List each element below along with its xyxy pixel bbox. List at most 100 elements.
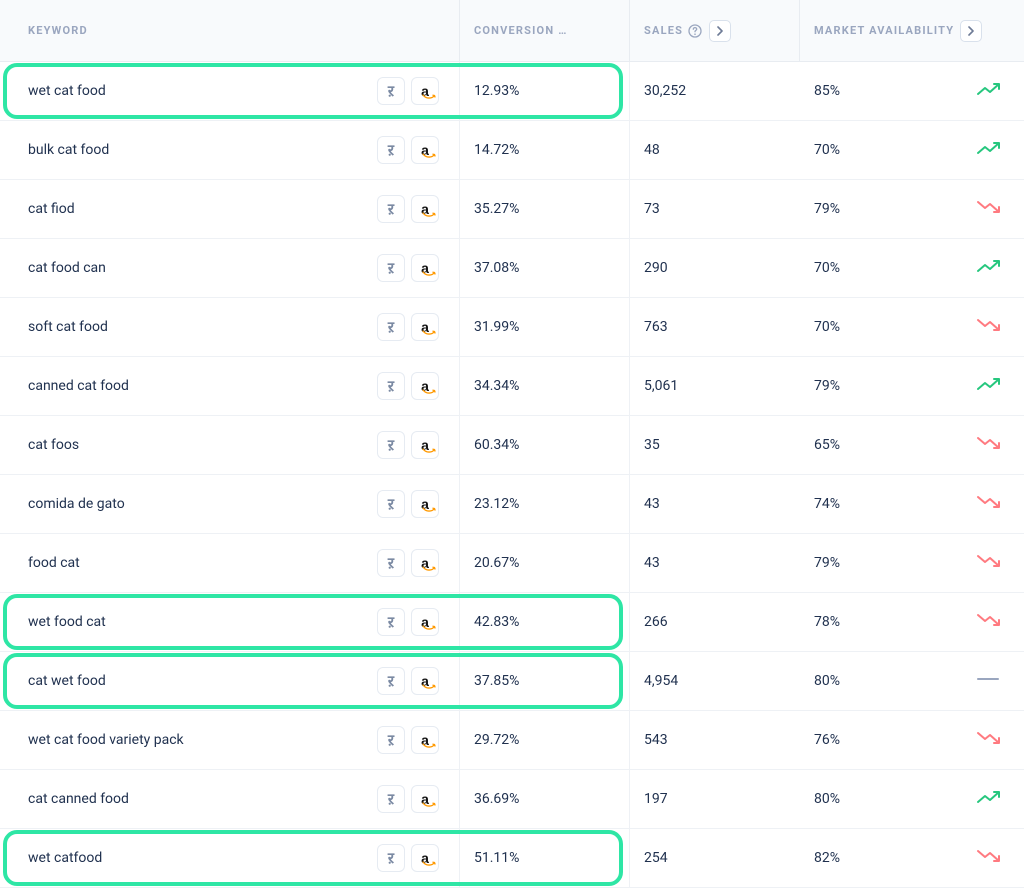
similar-icon[interactable]: ऱ — [377, 77, 405, 105]
cell-conversion: 35.27% — [460, 180, 630, 238]
cell-keyword: cat food canऱa — [0, 239, 460, 297]
amazon-icon[interactable]: a — [411, 195, 439, 223]
similar-icon[interactable]: ऱ — [377, 313, 405, 341]
keyword-text[interactable]: wet food cat — [28, 614, 377, 630]
cell-market-availability: 79% — [800, 357, 1024, 415]
market-value: 85% — [814, 83, 840, 99]
keyword-text[interactable]: cat food can — [28, 260, 377, 276]
keyword-action-icons: ऱa — [377, 195, 439, 223]
table-row[interactable]: cat fiodऱa35.27%7379% — [0, 180, 1024, 239]
table-row[interactable]: wet cat food variety packऱa 29.72%543 76% — [0, 711, 1024, 770]
similar-icon[interactable]: ऱ — [377, 372, 405, 400]
header-sales[interactable]: SALES — [630, 0, 800, 61]
table-row[interactable]: cat canned foodऱa36.69%19780% — [0, 770, 1024, 829]
table-row[interactable]: canned cat foodऱa34.34%5,06179% — [0, 357, 1024, 416]
cell-keyword: canned cat foodऱa — [0, 357, 460, 415]
market-value: 70% — [814, 142, 840, 158]
keyword-text[interactable]: cat canned food — [28, 791, 377, 807]
market-value: 76% — [814, 732, 840, 748]
similar-icon[interactable]: ऱ — [377, 431, 405, 459]
header-keyword[interactable]: KEYWORD — [0, 0, 460, 61]
amazon-icon[interactable]: a — [411, 77, 439, 105]
amazon-icon[interactable]: a — [411, 844, 439, 872]
trend-up-icon — [976, 140, 1002, 160]
cell-conversion: 20.67% — [460, 534, 630, 592]
table-row[interactable]: cat wet foodऱa37.85%4,95480% — [0, 652, 1024, 711]
similar-icon[interactable]: ऱ — [377, 549, 405, 577]
market-value: 79% — [814, 201, 840, 217]
cell-conversion: 23.12% — [460, 475, 630, 533]
amazon-icon[interactable]: a — [411, 372, 439, 400]
amazon-icon[interactable]: a — [411, 490, 439, 518]
market-value: 79% — [814, 378, 840, 394]
keyword-text[interactable]: wet cat food variety pack — [28, 732, 377, 748]
trend-down-icon — [976, 494, 1002, 514]
keyword-text[interactable]: bulk cat food — [28, 142, 377, 158]
amazon-icon[interactable]: a — [411, 608, 439, 636]
table-row[interactable]: cat foosऱa60.34%3565% — [0, 416, 1024, 475]
cell-conversion: 29.72% — [460, 711, 630, 769]
amazon-icon[interactable]: a — [411, 254, 439, 282]
similar-icon[interactable]: ऱ — [377, 608, 405, 636]
cell-sales: 35 — [630, 416, 800, 474]
amazon-icon[interactable]: a — [411, 667, 439, 695]
amazon-icon[interactable]: a — [411, 136, 439, 164]
similar-icon[interactable]: ऱ — [377, 195, 405, 223]
keyword-text[interactable]: cat foos — [28, 437, 377, 453]
cell-sales: 543 — [630, 711, 800, 769]
keyword-action-icons: ऱa — [377, 608, 439, 636]
cell-market-availability: 78% — [800, 593, 1024, 651]
keyword-text[interactable]: cat fiod — [28, 201, 377, 217]
keyword-text[interactable]: soft cat food — [28, 319, 377, 335]
chevron-right-icon[interactable] — [709, 20, 731, 42]
amazon-icon[interactable]: a — [411, 785, 439, 813]
cell-market-availability: 85% — [800, 62, 1024, 120]
similar-icon[interactable]: ऱ — [377, 136, 405, 164]
cell-conversion: 60.34% — [460, 416, 630, 474]
similar-icon[interactable]: ऱ — [377, 844, 405, 872]
header-conversion[interactable]: CONVERSION … — [460, 0, 630, 61]
table-row[interactable]: cat food canऱa37.08%29070% — [0, 239, 1024, 298]
cell-keyword: wet cat foodऱa — [0, 62, 460, 120]
cell-market-availability: 80% — [800, 770, 1024, 828]
keyword-text[interactable]: comida de gato — [28, 496, 377, 512]
similar-icon[interactable]: ऱ — [377, 785, 405, 813]
cell-conversion: 51.11% — [460, 829, 630, 887]
cell-conversion: 42.83% — [460, 593, 630, 651]
keyword-text[interactable]: cat wet food — [28, 673, 377, 689]
keyword-text[interactable]: canned cat food — [28, 378, 377, 394]
cell-keyword: comida de gatoऱa — [0, 475, 460, 533]
similar-icon[interactable]: ऱ — [377, 726, 405, 754]
cell-sales: 73 — [630, 180, 800, 238]
trend-up-icon — [976, 376, 1002, 396]
keyword-action-icons: ऱa — [377, 844, 439, 872]
keyword-text[interactable]: food cat — [28, 555, 377, 571]
table-row[interactable]: food catऱa20.67%4379% — [0, 534, 1024, 593]
cell-keyword: wet food catऱa — [0, 593, 460, 651]
keyword-action-icons: ऱa — [377, 77, 439, 105]
chevron-right-icon[interactable] — [960, 20, 982, 42]
similar-icon[interactable]: ऱ — [377, 254, 405, 282]
help-icon[interactable] — [687, 23, 703, 39]
cell-keyword: cat fiodऱa — [0, 180, 460, 238]
table-header-row: KEYWORD CONVERSION … SALES MARKET AVAILA… — [0, 0, 1024, 62]
table-row[interactable]: bulk cat foodऱa14.72%4870% — [0, 121, 1024, 180]
table-row[interactable]: comida de gatoऱa23.12%4374% — [0, 475, 1024, 534]
table-row[interactable]: wet cat foodऱa12.93%30,25285% — [0, 62, 1024, 121]
keyword-text[interactable]: wet cat food — [28, 83, 377, 99]
similar-icon[interactable]: ऱ — [377, 490, 405, 518]
market-value: 70% — [814, 319, 840, 335]
amazon-icon[interactable]: a — [411, 313, 439, 341]
header-market-availability[interactable]: MARKET AVAILABILITY — [800, 0, 1024, 61]
amazon-icon[interactable]: a — [411, 726, 439, 754]
cell-market-availability: 80% — [800, 652, 1024, 710]
amazon-icon[interactable]: a — [411, 549, 439, 577]
market-value: 78% — [814, 614, 840, 630]
similar-icon[interactable]: ऱ — [377, 667, 405, 695]
keyword-action-icons: ऱa — [377, 313, 439, 341]
table-row[interactable]: soft cat foodऱa31.99%76370% — [0, 298, 1024, 357]
amazon-icon[interactable]: a — [411, 431, 439, 459]
table-row[interactable]: wet catfoodऱa51.11%25482% — [0, 829, 1024, 888]
keyword-text[interactable]: wet catfood — [28, 850, 377, 866]
table-row[interactable]: wet food catऱa42.83%26678% — [0, 593, 1024, 652]
